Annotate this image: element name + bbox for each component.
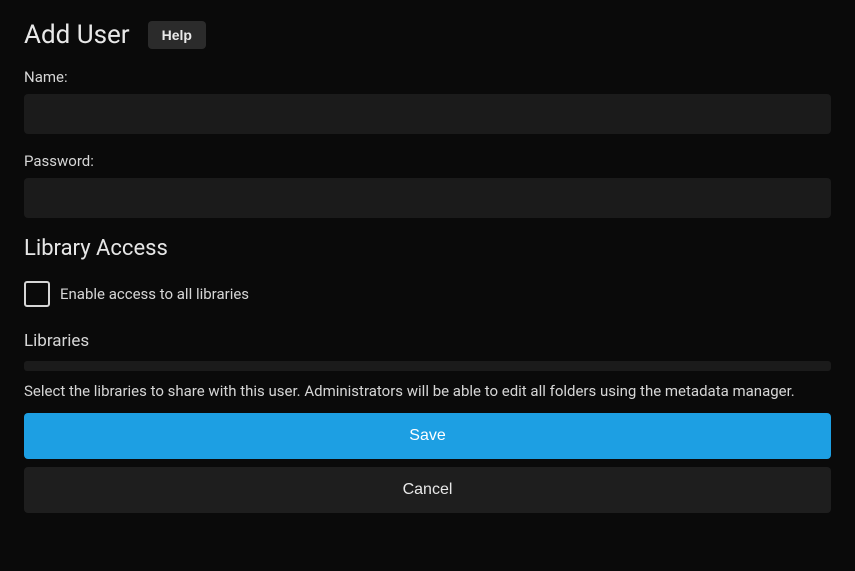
libraries-list[interactable] [24, 361, 831, 371]
save-button[interactable]: Save [24, 413, 831, 459]
enable-all-libraries-checkbox[interactable]: Enable access to all libraries [24, 281, 831, 307]
name-label: Name: [24, 68, 831, 86]
libraries-subheading: Libraries [24, 331, 831, 351]
library-access-heading: Library Access [24, 236, 831, 261]
name-field-group: Name: [24, 68, 831, 134]
header-row: Add User Help [24, 0, 831, 68]
name-input[interactable] [24, 94, 831, 134]
cancel-button[interactable]: Cancel [24, 467, 831, 513]
password-label: Password: [24, 152, 831, 170]
help-button[interactable]: Help [148, 21, 206, 49]
password-input[interactable] [24, 178, 831, 218]
libraries-help-text: Select the libraries to share with this … [24, 381, 831, 401]
password-field-group: Password: [24, 152, 831, 218]
enable-all-libraries-label: Enable access to all libraries [60, 285, 249, 303]
checkbox-box-icon [24, 281, 50, 307]
page-title: Add User [24, 20, 130, 50]
